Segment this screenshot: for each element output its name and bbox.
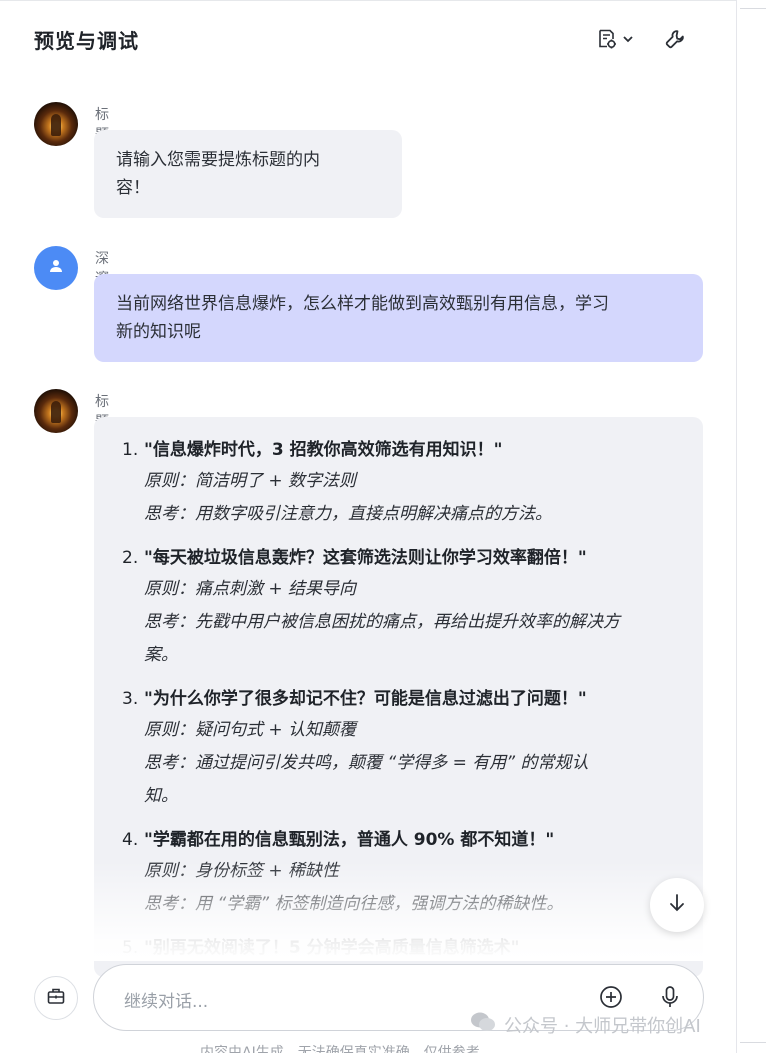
bot-avatar [34, 389, 78, 433]
bot-message-bubble: 1. "信息爆炸时代，3 招教你高效筛选有用知识！" 原则：简洁明了 + 数字法则… [94, 417, 703, 977]
item-title: "每天被垃圾信息轰炸？这套筛选法则让你学习效率翻倍！" [144, 548, 587, 568]
chat-input-placeholder[interactable]: 继续对话... [124, 987, 208, 1012]
item-principle: 原则：身份标签 + 稀缺性 [144, 861, 340, 881]
item-title: "为什么你学了很多却记不住？可能是信息过滤出了问题！" [144, 689, 587, 709]
watermark-text: 公众号 · 大师兄带你创AI [504, 1015, 701, 1037]
toolbox-button[interactable] [34, 976, 78, 1020]
item-number: 4. [122, 830, 139, 850]
bot-message-bubble: 请输入您需要提炼标题的内 容！ [94, 130, 402, 218]
item-number: 2. [122, 548, 139, 568]
chevron-down-icon [622, 33, 634, 45]
item-number: 3. [122, 689, 139, 709]
message-text: 新的知识呢 [116, 322, 201, 342]
item-thought: 思考：先戳中用户被信息困扰的痛点，再给出提升效率的解决方 [144, 612, 620, 632]
right-side-panel-edge [736, 0, 766, 1053]
user-avatar [34, 246, 78, 290]
document-settings-icon [596, 28, 618, 50]
watermark: 公众号 · 大师兄带你创AI [470, 1011, 701, 1038]
microphone-icon [660, 985, 680, 1013]
item-number: 5. [122, 938, 139, 958]
wechat-icon [470, 1011, 496, 1038]
preview-mode-dropdown[interactable] [596, 25, 634, 53]
item-title: "信息爆炸时代，3 招教你高效筛选有用知识！" [144, 440, 503, 460]
item-title: "学霸都在用的信息甄别法，普通人 90% 都不知道！" [144, 830, 555, 850]
bot-avatar [34, 102, 78, 146]
item-thought: 思考：通过提问引发共鸣，颠覆 “学得多 = 有用” 的常规认 [144, 753, 589, 773]
wrench-icon [664, 28, 686, 50]
user-message-bubble: 当前网络世界信息爆炸，怎么样才能做到高效甄别有用信息，学习 新的知识呢 [94, 274, 703, 362]
message-text: 当前网络世界信息爆炸，怎么样才能做到高效甄别有用信息，学习 [116, 294, 609, 314]
list-item: 4. "学霸都在用的信息甄别法，普通人 90% 都不知道！" 原则：身份标签 + … [122, 825, 677, 921]
message-text: 请输入您需要提炼标题的内 [116, 150, 320, 170]
plus-circle-icon [599, 985, 623, 1013]
message-text: 容！ [116, 178, 150, 198]
item-principle: 原则：疑问句式 + 认知颠覆 [144, 720, 357, 740]
list-item: 5. "别再无效阅读了！5 分钟学会高质量信息筛选术" [122, 933, 677, 963]
divider [740, 1042, 766, 1043]
page-title: 预览与调试 [34, 29, 139, 53]
arrow-down-icon [668, 893, 686, 917]
item-title: "别再无效阅读了！5 分钟学会高质量信息筛选术" [144, 938, 520, 958]
item-thought: 思考：用 “学霸” 标签制造向往感，强调方法的稀缺性。 [144, 894, 564, 914]
item-thought: 思考：用数字吸引注意力，直接点明解决痛点的方法。 [144, 504, 552, 524]
briefcase-icon [46, 986, 66, 1010]
item-principle: 原则：简洁明了 + 数字法则 [144, 471, 357, 491]
debug-tool-button[interactable] [664, 25, 686, 53]
scroll-to-bottom-button[interactable] [650, 878, 704, 932]
add-attachment-button[interactable] [597, 985, 625, 1013]
user-icon [48, 258, 64, 278]
voice-input-button[interactable] [656, 985, 684, 1013]
item-thought: 知。 [144, 786, 178, 806]
preview-debug-panel: 预览与调试 标 请输入您需要提炼标题的内 容！ 深 当前网络世界信息爆炸，怎么样… [0, 0, 736, 1053]
list-item: 1. "信息爆炸时代，3 招教你高效筛选有用知识！" 原则：简洁明了 + 数字法则… [122, 435, 677, 531]
list-item: 2. "每天被垃圾信息轰炸？这套筛选法则让你学习效率翻倍！" 原则：痛点刺激 + … [122, 543, 677, 672]
panel-header: 预览与调试 [0, 1, 736, 79]
ai-disclaimer: 内容由AI生成，无法确保真实准确，仅供参考 [200, 1045, 480, 1053]
item-principle: 原则：痛点刺激 + 结果导向 [144, 579, 357, 599]
divider [740, 8, 766, 9]
list-item: 3. "为什么你学了很多却记不住？可能是信息过滤出了问题！" 原则：疑问句式 + … [122, 684, 677, 813]
item-number: 1. [122, 440, 139, 460]
item-thought: 案。 [144, 645, 178, 665]
